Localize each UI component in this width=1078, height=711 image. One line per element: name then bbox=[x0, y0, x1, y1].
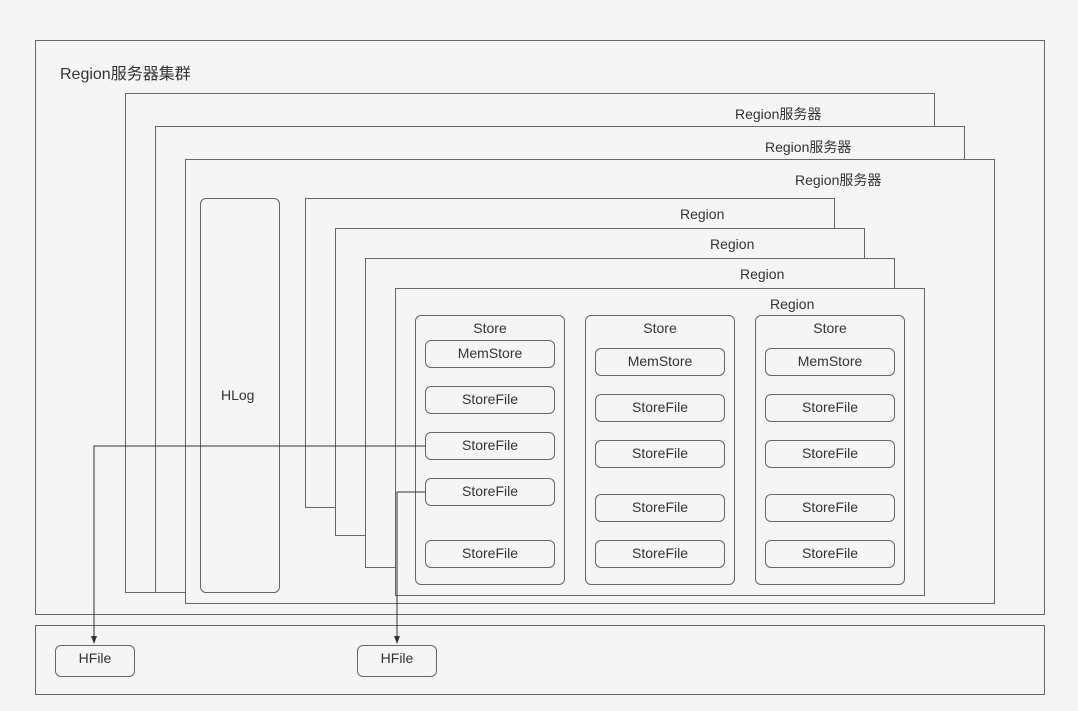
store-1-sf4-label: StoreFile bbox=[426, 541, 554, 565]
store-3-sf4: StoreFile bbox=[765, 540, 895, 568]
region-2-label: Region bbox=[740, 266, 784, 282]
store-2-label: Store bbox=[586, 316, 734, 340]
hfile-2-label: HFile bbox=[358, 646, 436, 670]
store-3-sf2: StoreFile bbox=[765, 440, 895, 468]
store-1-sf3: StoreFile bbox=[425, 478, 555, 506]
region-server-1-label: Region服务器 bbox=[795, 170, 881, 190]
store-3-label: Store bbox=[756, 316, 904, 340]
hfile-2-box: HFile bbox=[357, 645, 437, 677]
store-1-label: Store bbox=[416, 316, 564, 340]
hlog-label: HLog bbox=[221, 387, 254, 403]
store-1-sf4: StoreFile bbox=[425, 540, 555, 568]
store-3-memstore-label: MemStore bbox=[766, 349, 894, 373]
cluster-title: Region服务器集群 bbox=[60, 60, 191, 84]
store-1-sf1: StoreFile bbox=[425, 386, 555, 414]
store-1-memstore: MemStore bbox=[425, 340, 555, 368]
store-1-sf2-label: StoreFile bbox=[426, 433, 554, 457]
store-1-sf3-label: StoreFile bbox=[426, 479, 554, 503]
store-2-sf2: StoreFile bbox=[595, 440, 725, 468]
store-3-sf4-label: StoreFile bbox=[766, 541, 894, 565]
store-2-sf3-label: StoreFile bbox=[596, 495, 724, 519]
store-1-sf1-label: StoreFile bbox=[426, 387, 554, 411]
store-2-sf3: StoreFile bbox=[595, 494, 725, 522]
store-1-memstore-label: MemStore bbox=[426, 341, 554, 365]
store-3-sf3: StoreFile bbox=[765, 494, 895, 522]
region-1-label: Region bbox=[770, 296, 814, 312]
store-2-sf1-label: StoreFile bbox=[596, 395, 724, 419]
hfile-1-box: HFile bbox=[55, 645, 135, 677]
store-3-sf1: StoreFile bbox=[765, 394, 895, 422]
store-3-sf3-label: StoreFile bbox=[766, 495, 894, 519]
store-2-sf4: StoreFile bbox=[595, 540, 725, 568]
bottom-box bbox=[35, 625, 1045, 695]
store-3-sf1-label: StoreFile bbox=[766, 395, 894, 419]
store-2-sf2-label: StoreFile bbox=[596, 441, 724, 465]
region-server-2-label: Region服务器 bbox=[765, 137, 851, 157]
region-server-3-label: Region服务器 bbox=[735, 104, 821, 124]
store-2-memstore: MemStore bbox=[595, 348, 725, 376]
store-2-memstore-label: MemStore bbox=[596, 349, 724, 373]
store-1-sf2: StoreFile bbox=[425, 432, 555, 460]
region-3-label: Region bbox=[710, 236, 754, 252]
store-2-sf4-label: StoreFile bbox=[596, 541, 724, 565]
region-4-label: Region bbox=[680, 206, 724, 222]
store-3-memstore: MemStore bbox=[765, 348, 895, 376]
store-3-sf2-label: StoreFile bbox=[766, 441, 894, 465]
store-2-sf1: StoreFile bbox=[595, 394, 725, 422]
hfile-1-label: HFile bbox=[56, 646, 134, 670]
